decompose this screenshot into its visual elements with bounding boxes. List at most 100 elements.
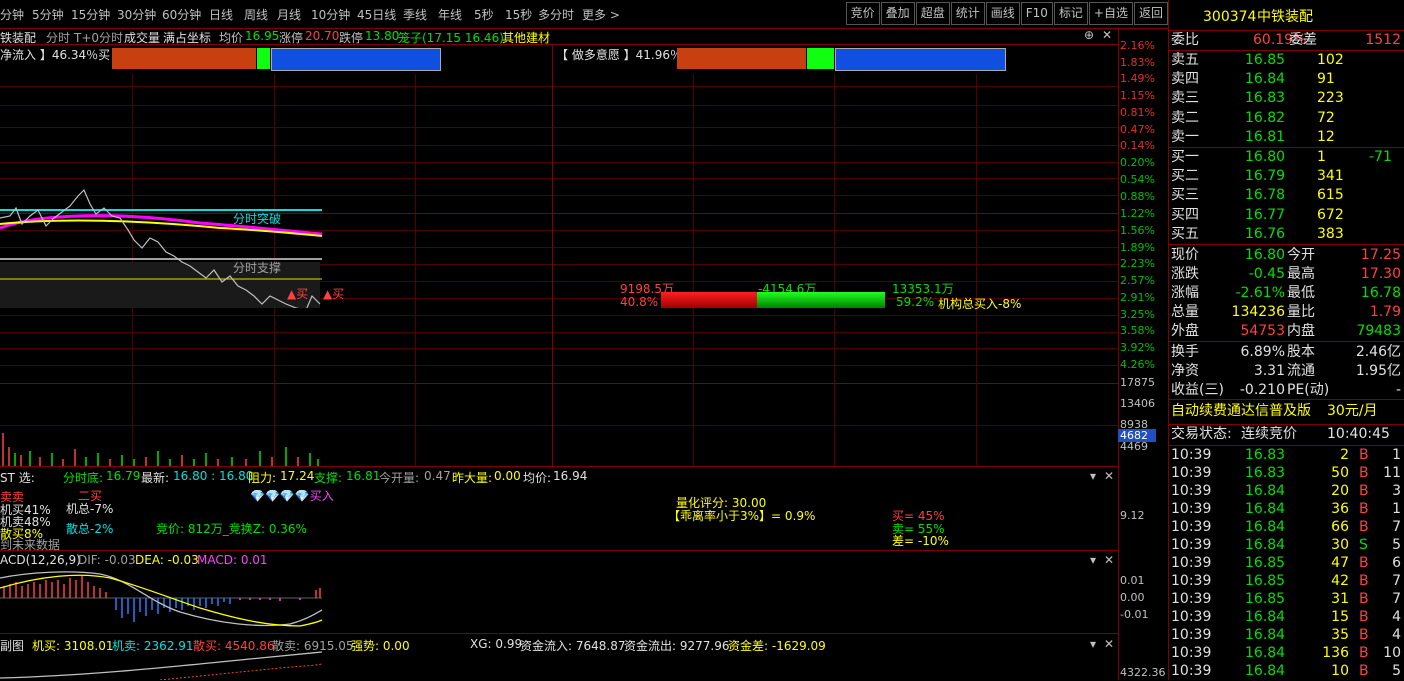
net-inflow-bar-blue (271, 48, 441, 71)
tick-count: 4 (1392, 609, 1401, 625)
ask-row: 卖三 16.83 223 (1169, 89, 1404, 108)
limit-down: 13.80 (365, 29, 400, 43)
sub1-menu-icon[interactable]: ▾ (1090, 469, 1096, 483)
trade-state-time: 10:40:45 (1327, 426, 1390, 442)
tick-row: 10:39 16.84 30 S 5 (1169, 536, 1404, 555)
period-5sec[interactable]: 5秒 (474, 6, 494, 23)
tick-price: 16.83 (1245, 465, 1286, 481)
period-year[interactable]: 年线 (438, 6, 462, 23)
tick-direction: B (1359, 555, 1369, 571)
tick-time: 10:39 (1171, 645, 1212, 661)
trade-state-row: 交易状态: 连续竞价 10:40:45 (1169, 425, 1404, 444)
period-10min[interactable]: 10分钟 (311, 6, 350, 23)
period-more[interactable]: 更多 > (582, 6, 620, 23)
period-60min[interactable]: 60分钟 (162, 6, 201, 23)
tick-price: 16.84 (1245, 645, 1286, 661)
period-season[interactable]: 季线 (403, 6, 427, 23)
tick-row: 10:39 16.84 66 B 7 (1169, 518, 1404, 537)
sub3-menu-icon[interactable]: ▾ (1090, 637, 1096, 651)
close-icon[interactable]: ✕ (1102, 28, 1112, 42)
axis-pct: 0.47% (1120, 123, 1155, 136)
tick-volume: 50 (1331, 465, 1349, 481)
ask-level-label: 卖二 (1171, 109, 1199, 126)
period-week[interactable]: 周线 (244, 6, 268, 23)
floor-value: 16.79 (106, 469, 141, 483)
diff-ratio: 差= -10% (892, 534, 949, 548)
axis-pct: 1.89% (1120, 241, 1155, 254)
buy-mark-2: ▲买 (323, 287, 345, 301)
period-day[interactable]: 日线 (209, 6, 233, 23)
period-15min[interactable]: 15分钟 (71, 6, 110, 23)
ask-level-label: 卖五 (1171, 52, 1199, 68)
macd-close-icon[interactable]: ✕ (1104, 553, 1114, 567)
net-inflow-bar-green (257, 48, 270, 69)
tick-direction: B (1359, 465, 1369, 481)
tick-count: 4 (1392, 627, 1401, 643)
bid-volume: 341 (1317, 168, 1344, 185)
period-month[interactable]: 月线 (277, 6, 301, 23)
period-1min[interactable]: 分钟 (0, 6, 24, 23)
stat-label: 涨跌 (1171, 266, 1199, 282)
buy-mark-1: ▲买 (287, 287, 309, 301)
axis-pct: 2.57% (1120, 274, 1155, 287)
tick-direction: B (1359, 591, 1369, 607)
sub3-strength: 强势: 0.00 (351, 639, 410, 653)
tool-mark-button[interactable]: 标记 (1053, 2, 1088, 25)
period-5min[interactable]: 5分钟 (32, 6, 64, 23)
tool-draw-button[interactable]: 画线 (985, 2, 1020, 25)
tool-add-watch-button[interactable]: +自选 (1088, 2, 1133, 25)
intraday-price-chart[interactable] (0, 168, 330, 308)
macd-label: ACD(12,26,9) (0, 553, 81, 567)
sub1-close-icon[interactable]: ✕ (1104, 469, 1114, 483)
no-future-data: 到未来数据 (0, 538, 61, 552)
tick-direction: B (1359, 447, 1369, 463)
volume-bars[interactable] (0, 423, 330, 466)
tool-back-button[interactable]: 返回 (1133, 2, 1168, 25)
axis-pct: 1.83% (1120, 56, 1155, 69)
yest-vol-label: 昨大量: (452, 471, 493, 485)
macd-menu-icon[interactable]: ▾ (1090, 553, 1096, 567)
tool-f10-button[interactable]: F10 (1020, 2, 1053, 25)
macd-dif: DIF: -0.03 (78, 553, 136, 567)
tick-row: 10:39 16.85 47 B 6 (1169, 554, 1404, 573)
promo-text[interactable]: 自动续费通达信普及版 (1171, 402, 1311, 421)
promo-row[interactable]: 自动续费通达信普及版 30元/月 (1169, 402, 1404, 421)
tick-count: 5 (1392, 663, 1401, 679)
tool-bid-button[interactable]: 竞价 (845, 2, 880, 25)
ask-volume: 12 (1317, 128, 1335, 145)
period-30min[interactable]: 30分钟 (117, 6, 156, 23)
stock-code[interactable]: 300374 (1203, 8, 1256, 27)
period-multi[interactable]: 多分时 (538, 6, 574, 23)
ask-price: 16.81 (1245, 128, 1286, 145)
stat-label: 外盘 (1171, 323, 1199, 339)
period-45day[interactable]: 45日线 (357, 6, 396, 23)
tick-time: 10:39 (1171, 537, 1212, 553)
sub3-chart[interactable] (0, 648, 330, 680)
net-inflow-label: 净流入 】46.34％买 (0, 48, 111, 62)
stat-label: 现价 (1171, 247, 1199, 263)
tick-count: 3 (1392, 483, 1401, 499)
tick-row: 10:39 16.84 35 B 4 (1169, 626, 1404, 645)
stock-name[interactable]: 中铁装配 (1257, 8, 1313, 27)
chart-area[interactable]: 铁装配 分时 T+0分时 成交量 满占坐标 均价 16.95 涨停 20.70 … (0, 28, 1168, 680)
period-15sec[interactable]: 15秒 (505, 6, 532, 23)
sub3-diff: 资金差: -1629.09 (728, 639, 826, 653)
settings-icon[interactable]: ⊕ (1084, 28, 1094, 42)
stat-value: -0.210 (1239, 382, 1285, 398)
axis-pct: 1.22% (1120, 207, 1155, 220)
tool-overlay-button[interactable]: 叠加 (880, 2, 915, 25)
bid-price: 16.79 (1245, 168, 1286, 185)
axis-pct: 2.91% (1120, 291, 1155, 304)
tick-row: 10:39 16.85 42 B 7 (1169, 572, 1404, 591)
sub3-close-icon[interactable]: ✕ (1104, 637, 1114, 651)
tick-volume: 35 (1331, 627, 1349, 643)
order-diff-label: 委差 (1289, 32, 1317, 48)
macd-chart[interactable] (0, 568, 330, 632)
tool-super-button[interactable]: 超盘 (915, 2, 950, 25)
quote-title: 300374 中铁装配 (1169, 8, 1404, 27)
bull-bar-green (807, 48, 834, 69)
tick-time: 10:39 (1171, 501, 1212, 517)
promo-price[interactable]: 30元/月 (1327, 402, 1378, 421)
tool-stats-button[interactable]: 统计 (950, 2, 985, 25)
stat-value: 16.80 (1244, 247, 1285, 263)
